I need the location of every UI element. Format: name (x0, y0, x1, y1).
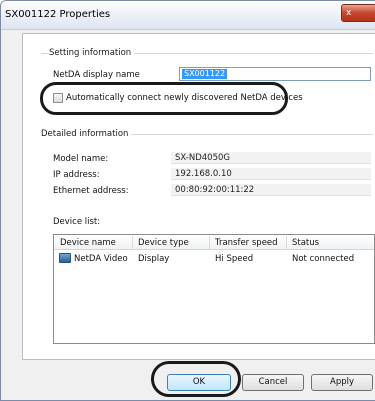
setting-group-title: Setting information (49, 48, 135, 58)
display-name-label: NetDA display name (53, 70, 140, 80)
column-separator[interactable] (209, 236, 210, 249)
auto-connect-checkbox[interactable] (53, 93, 63, 103)
ip-address-label: IP address: (53, 170, 100, 180)
display-device-icon (59, 253, 71, 263)
model-name-label: Model name: (53, 154, 109, 164)
device-type-cell: Display (138, 254, 170, 264)
ip-address-value: 192.168.0.10 (175, 169, 232, 179)
model-name-field: SX-ND4050G (171, 152, 371, 164)
properties-dialog: SX001122 Properties x Setting informatio… (0, 0, 375, 401)
display-name-input[interactable]: SX001122 (179, 67, 371, 81)
ip-address-field: 192.168.0.10 (171, 168, 371, 180)
ok-button[interactable]: OK (167, 374, 231, 391)
column-status[interactable]: Status (292, 238, 319, 248)
model-name-value: SX-ND4050G (175, 153, 230, 163)
column-separator[interactable] (132, 236, 133, 249)
transfer-speed-cell: Hi Speed (215, 254, 254, 264)
column-device-type[interactable]: Device type (138, 238, 189, 248)
device-row[interactable]: NetDA Video Display Hi Speed Not connect… (54, 252, 374, 266)
device-name-cell: NetDA Video (74, 254, 128, 264)
column-transfer-speed[interactable]: Transfer speed (215, 238, 278, 248)
detailed-group-title: Detailed information (41, 129, 132, 139)
close-button[interactable]: x (341, 4, 375, 22)
device-list[interactable]: Device name Device type Transfer speed S… (53, 234, 375, 344)
title-bar[interactable]: SX001122 Properties x (1, 1, 375, 30)
close-icon: x (346, 8, 352, 18)
ethernet-address-label: Ethernet address: (53, 186, 129, 196)
ethernet-address-value: 00:80:92:00:11:22 (175, 185, 255, 195)
window-title: SX001122 Properties (5, 9, 111, 20)
status-cell: Not connected (292, 254, 355, 264)
auto-connect-label[interactable]: Automatically connect newly discovered N… (66, 93, 303, 103)
apply-button[interactable]: Apply (311, 374, 373, 391)
cancel-button[interactable]: Cancel (242, 374, 304, 391)
device-list-header: Device name Device type Transfer speed S… (54, 235, 374, 250)
column-device-name[interactable]: Device name (60, 238, 116, 248)
ethernet-address-field: 00:80:92:00:11:22 (171, 184, 371, 196)
device-list-label: Device list: (53, 217, 101, 227)
column-separator[interactable] (286, 236, 287, 249)
display-name-value: SX001122 (182, 69, 228, 79)
